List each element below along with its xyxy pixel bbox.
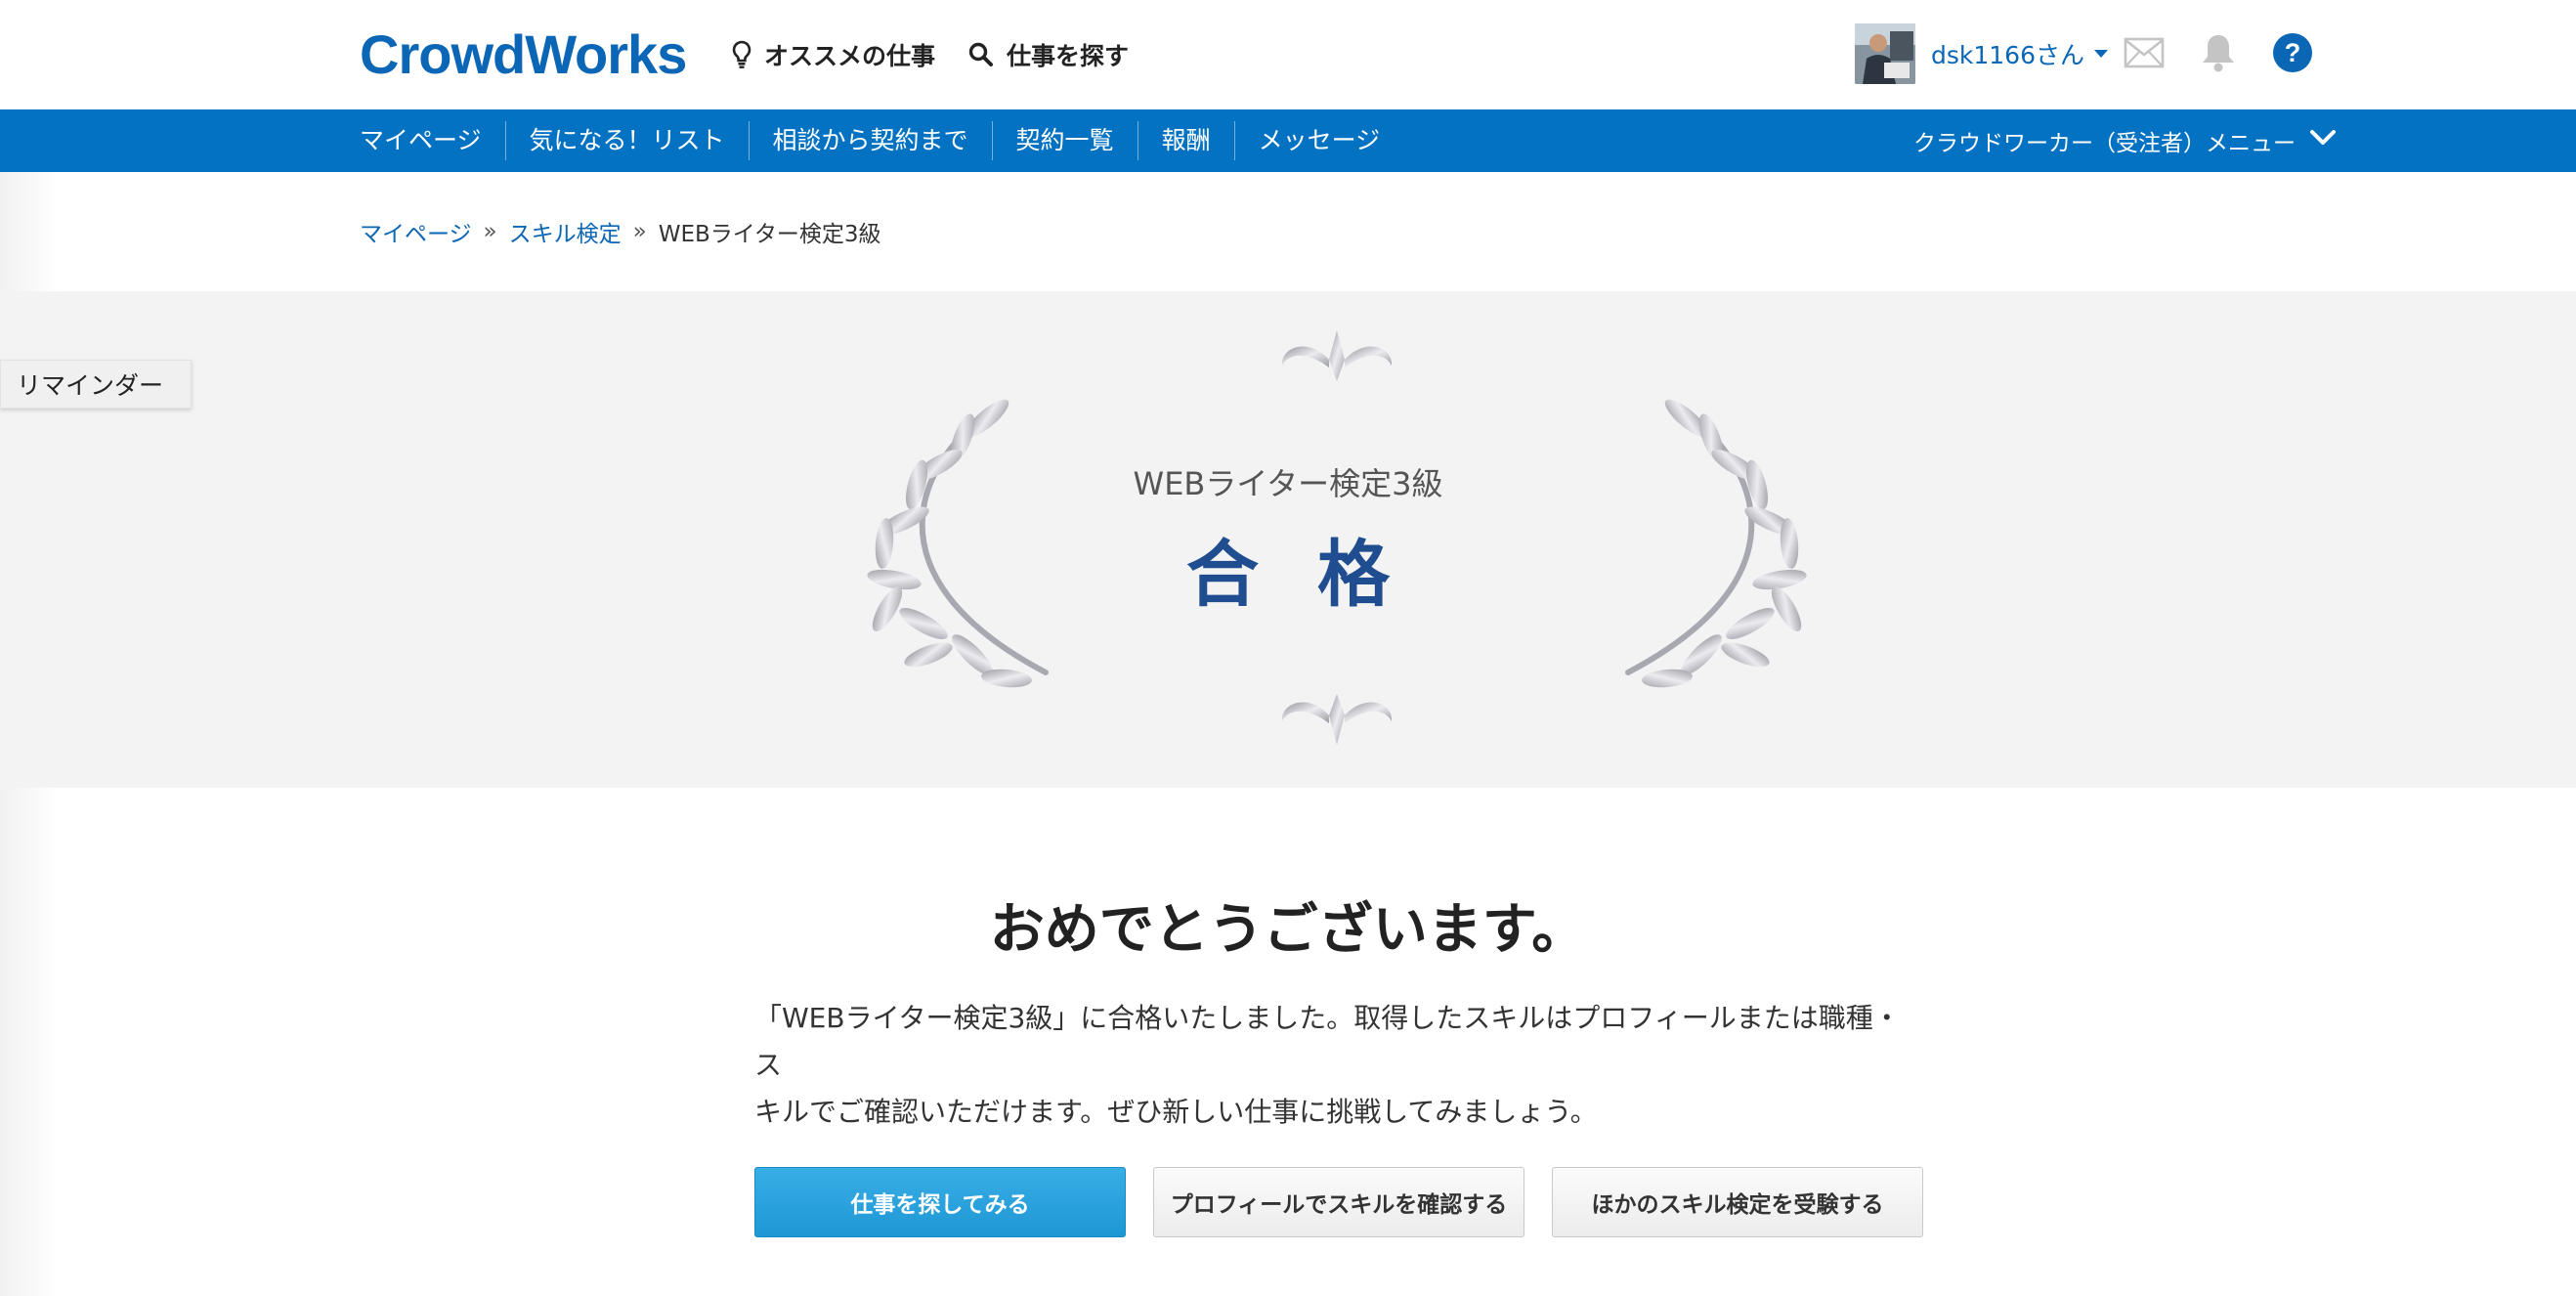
breadcrumb-current: WEBライター検定3級 [658,222,881,247]
worker-menu-label: クラウドワーカー（受注者）メニュー [1913,131,2296,156]
nav-item-consult-to-contract[interactable]: 相談から契約まで [748,121,992,160]
breadcrumb-mypage[interactable]: マイページ [360,215,472,248]
search-icon [967,41,995,68]
main-nav: マイページ 気になる！リスト 相談から契約まで 契約一覧 報酬 メッセージ クラ… [0,109,2576,172]
find-jobs-label: 仕事を探す [1007,42,1130,70]
svg-text:?: ? [2285,38,2301,67]
crowdworks-logo[interactable]: CrowdWorks [360,23,687,85]
check-profile-skills-button[interactable]: プロフィールでスキルを確認する [1153,1167,1524,1237]
result-message-line: 「WEBライター検定3級」に合格いたしました。取得したスキルはプロフィールまたは… [754,1002,1901,1081]
lightbulb-icon [731,40,752,69]
breadcrumb-skill-test[interactable]: スキル検定 [509,215,622,248]
help-icon[interactable]: ? [2269,29,2316,76]
username[interactable]: dsk1166さん [1931,36,2108,71]
result-message: 「WEBライター検定3級」に合格いたしました。取得したスキルはプロフィールまたは… [754,995,1927,1136]
top-header: CrowdWorks オススメの仕事 仕事を探す dsk1166さん ? [0,0,2576,109]
action-buttons: 仕事を探してみる プロフィールでスキルを確認する ほかのスキル検定を受験する [754,1167,1923,1237]
avatar [1855,23,1915,84]
caret-down-icon [2094,50,2108,58]
recommended-jobs-label: オススメの仕事 [764,42,936,70]
breadcrumb-separator: » [632,219,647,244]
pass-status: 合格 [1186,533,1448,617]
nav-item-contracts[interactable]: 契約一覧 [991,121,1138,160]
take-other-tests-button[interactable]: ほかのスキル検定を受験する [1552,1167,1923,1237]
worker-menu-dropdown[interactable]: クラウドワーカー（受注者）メニュー [1913,109,2337,172]
nav-item-mypage[interactable]: マイページ [360,121,505,160]
find-jobs-button[interactable]: 仕事を探してみる [754,1167,1126,1237]
user-menu[interactable]: dsk1166さん [1855,23,2108,84]
chevron-down-icon [2309,128,2337,153]
mail-icon[interactable] [2121,29,2168,76]
username-label: dsk1166さん [1931,41,2084,69]
breadcrumb-separator: » [483,219,497,244]
bell-icon[interactable] [2195,29,2242,76]
test-name: WEBライター検定3級 [1133,465,1443,502]
nav-item-watchlist[interactable]: 気になる！リスト [504,121,749,160]
reminder-tab[interactable]: リマインダー [0,360,192,409]
breadcrumb: マイページ » スキル検定 » WEBライター検定3級 [360,215,880,248]
congratulations-heading: おめでとうございます。 [989,898,1587,962]
nav-items: マイページ 気になる！リスト 相談から契約まで 契約一覧 報酬 メッセージ [360,109,1403,172]
nav-item-messages[interactable]: メッセージ [1233,121,1404,160]
result-message-line: キルでご確認いただけます。ぜひ新しい仕事に挑戦してみましょう。 [754,1096,1598,1128]
recommended-jobs-link[interactable]: オススメの仕事 [731,35,935,74]
nav-item-rewards[interactable]: 報酬 [1137,121,1234,160]
find-jobs-link[interactable]: 仕事を探す [967,35,1129,74]
